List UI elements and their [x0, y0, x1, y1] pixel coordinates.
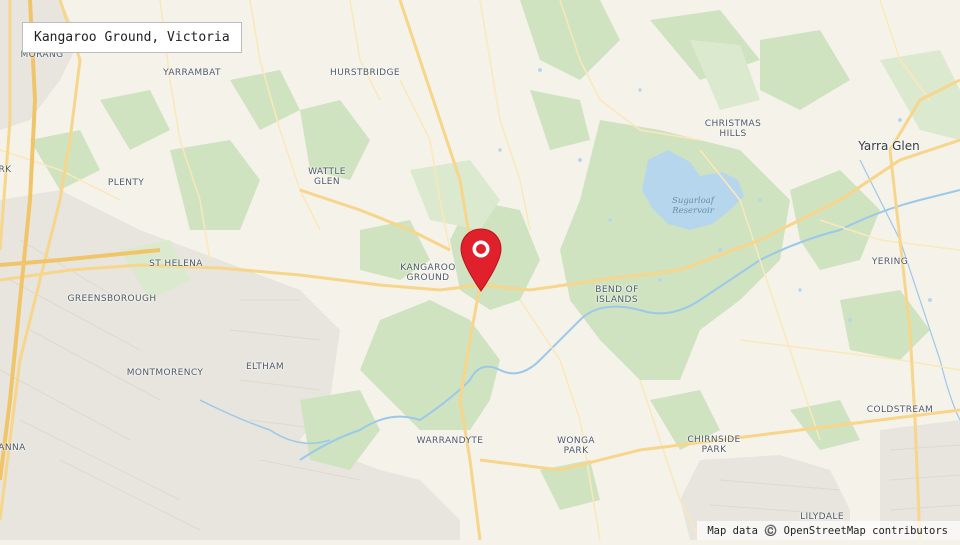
place-label-coldstream: COLDSTREAM	[866, 405, 934, 415]
place-label-wonga-park: WONGA PARK	[557, 436, 595, 456]
place-label-kangaroo-ground: KANGAROO GROUND	[400, 263, 456, 283]
place-label-bend-of-islands: BEND OF ISLANDS	[595, 285, 639, 305]
map-attribution: Map data ©️ OpenStreetMap contributors	[697, 521, 960, 540]
place-label-hurstbridge: HURSTBRIDGE	[330, 68, 400, 78]
place-label-wattle-glen: WATTLE GLEN	[308, 167, 346, 187]
place-label-greensborough: GREENSBOROUGH	[67, 294, 157, 304]
place-label-chirnside-park: CHIRNSIDE PARK	[687, 435, 741, 455]
reservoir-label: Sugarloaf Reservoir	[672, 196, 714, 216]
place-label-anna: ANNA	[0, 443, 26, 453]
place-label-st-helena: ST HELENA	[149, 259, 203, 269]
place-label-plenty: PLENTY	[107, 178, 145, 188]
place-label-park-edge: RK	[0, 165, 12, 175]
place-label-eltham: ELTHAM	[245, 362, 285, 372]
location-title: Kangaroo Ground, Victoria	[22, 22, 242, 53]
place-label-warrandyte: WARRANDYTE	[416, 436, 484, 446]
place-label-yering: YERING	[871, 257, 909, 267]
map-pin-icon[interactable]	[457, 227, 505, 295]
place-label-yarra-glen: Yarra Glen	[858, 139, 920, 153]
place-label-yarrambat: YARRAMBAT	[163, 68, 221, 78]
place-label-christmas-hills: CHRISTMAS HILLS	[704, 119, 762, 139]
place-label-montmorency: MONTMORENCY	[126, 368, 204, 378]
